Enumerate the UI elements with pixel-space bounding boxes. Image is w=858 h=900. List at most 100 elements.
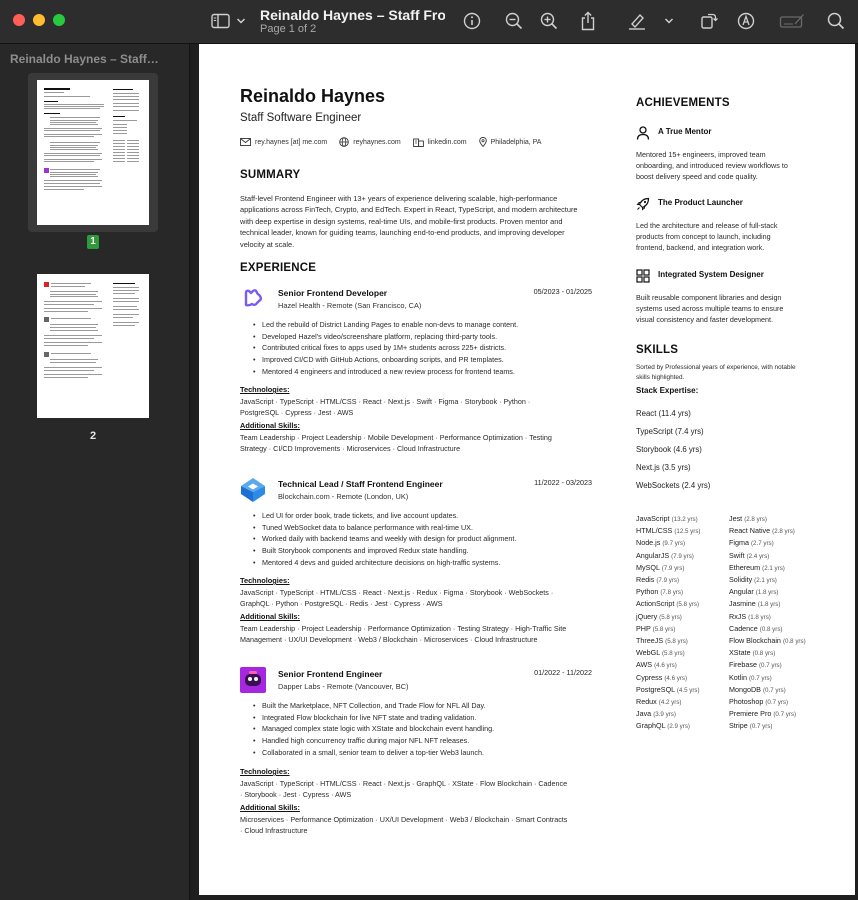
skill-years: (5.8 yrs): [665, 638, 688, 645]
technologies-heading: Technologies:: [240, 767, 290, 776]
technologies-heading: Technologies:: [240, 385, 290, 394]
skill-years: (2.8 yrs): [744, 516, 767, 523]
skill-name: WebGL: [636, 648, 662, 658]
page-thumbnail-2[interactable]: [37, 274, 149, 418]
technologies-list: JavaScript · TypeScript · HTML/CSS · Rea…: [240, 588, 554, 609]
pen-circle-icon: [737, 12, 755, 30]
document-title: Reinaldo Haynes – Staff Fron…: [260, 7, 445, 23]
skill-name: Cypress: [636, 672, 665, 682]
skill-name: Firebase: [729, 660, 759, 670]
skill-name: AngularJS: [636, 550, 672, 560]
skill-years: (0.8 yrs): [782, 638, 806, 645]
sidebar-toggle-button[interactable]: [207, 8, 235, 34]
skill-years: (0.7 yrs): [773, 711, 797, 719]
skill-item: GraphQL (2.9 yrs): [636, 721, 690, 730]
mail-icon: [240, 138, 251, 146]
job-dates: 11/2022 - 03/2023: [534, 478, 592, 487]
markup-button[interactable]: [623, 8, 651, 34]
skill-name: GraphQL: [636, 721, 668, 731]
job-title: Technical Lead / Staff Frontend Engineer: [278, 479, 443, 489]
achievement-title: The Product Launcher: [658, 198, 743, 207]
skill-name: Node.js: [636, 538, 663, 548]
page-indicator: Page 1 of 2: [260, 23, 317, 35]
form-fill-button[interactable]: [776, 8, 808, 34]
preview-window: Reinaldo Haynes – Staff Fron… Page 1 of …: [0, 0, 858, 900]
globe-icon: [339, 137, 349, 147]
info-button[interactable]: [458, 8, 486, 34]
markup-options-button[interactable]: [660, 8, 678, 34]
contact-email[interactable]: rey.haynes [at] me.com: [240, 138, 327, 146]
skill-item: Jest (2.8 yrs): [729, 514, 767, 523]
skill-name: Redux: [636, 697, 659, 706]
job-bullets: Built the Marketplace, NFT Collection, a…: [253, 700, 592, 759]
skill-item: Cypress (4.6 yrs): [636, 673, 687, 682]
job-company: Blockchain.com - Remote (London, UK): [278, 492, 409, 501]
skill-item: Photoshop (0.7 yrs): [729, 697, 788, 706]
chevron-down-icon: [236, 18, 246, 24]
skill-name: Angular: [729, 587, 756, 597]
share-button[interactable]: [574, 8, 602, 34]
stack-item: WebSockets (2.4 yrs): [636, 481, 711, 490]
minimize-window-button[interactable]: [33, 14, 45, 26]
skill-years: (0.7 yrs): [765, 699, 789, 706]
search-button[interactable]: [822, 8, 850, 34]
contact-location: Philadelphia, PA: [478, 137, 541, 147]
zoom-window-button[interactable]: [53, 14, 65, 26]
annotate-button[interactable]: [732, 8, 760, 34]
contact-website-text: reyhaynes.com: [353, 138, 401, 146]
hazel-health-logo: [244, 289, 262, 307]
sidebar-title: Reinaldo Haynes – Staff…: [10, 52, 159, 66]
skill-item: Angular (1.8 yrs): [729, 587, 778, 596]
skill-name: Redis: [636, 575, 657, 584]
skill-years: (0.7 yrs): [762, 686, 786, 694]
highlighter-icon: [629, 13, 645, 30]
achievement-description: Mentored 15+ engineers, improved team on…: [636, 150, 788, 182]
skill-name: ThreeJS: [636, 636, 666, 645]
skill-item: Flow Blockchain (0.8 yrs): [729, 636, 806, 645]
chevron-down-icon: [664, 18, 674, 24]
page-number-badge: 1: [87, 235, 99, 249]
job-company: Hazel Health - Remote (San Francisco, CA…: [278, 301, 422, 310]
skill-years: (2.8 yrs): [772, 528, 795, 536]
skill-item: Jasmine (1.8 yrs): [729, 599, 780, 608]
stack-expertise-heading: Stack Expertise:: [636, 386, 699, 395]
close-window-button[interactable]: [13, 14, 25, 26]
job-title: Senior Frontend Engineer: [278, 669, 383, 679]
skill-name: Jest: [729, 514, 745, 523]
contact-row: rey.haynes [at] me.com reyhaynes.com lin…: [240, 137, 541, 147]
additional-skills-heading: Additional Skills:: [240, 803, 300, 812]
page-thumbnail-1[interactable]: [37, 80, 149, 225]
skill-years: (0.7 yrs): [748, 674, 772, 682]
person-icon: [636, 126, 650, 140]
skill-item: Cadence (0.8 yrs): [729, 624, 782, 633]
additional-skills-list: Team Leadership · Project Leadership · P…: [240, 624, 567, 645]
additional-skills-list: Team Leadership · Project Leadership · M…: [240, 433, 552, 454]
skill-name: Jasmine: [729, 599, 758, 609]
stack-item: TypeScript (7.4 yrs): [636, 427, 704, 436]
skill-item: AngularJS (7.9 yrs): [636, 551, 694, 560]
job-entry-hazel: Senior Frontend Developer Hazel Health -…: [240, 286, 592, 456]
contact-linkedin[interactable]: linkedin.com: [412, 137, 467, 147]
sidebar-options-button[interactable]: [233, 8, 249, 34]
skill-item: JavaScript (13.2 yrs): [636, 514, 698, 523]
share-icon: [581, 11, 595, 31]
stack-item: Storybook (4.6 yrs): [636, 445, 702, 454]
skill-years: (2.4 yrs): [746, 552, 770, 560]
skill-name: Swift: [729, 550, 747, 560]
resume-name: Reinaldo Haynes: [240, 86, 386, 106]
skill-name: RxJS: [729, 611, 749, 621]
skill-item: ThreeJS (5.8 yrs): [636, 636, 688, 645]
skill-name: ActionScript: [636, 599, 677, 609]
zoom-in-button[interactable]: [535, 8, 563, 34]
rotate-button[interactable]: [695, 8, 723, 34]
skill-years: (2.7 yrs): [750, 540, 774, 548]
map-pin-icon: [478, 137, 487, 147]
zoom-out-button[interactable]: [500, 8, 528, 34]
contact-website[interactable]: reyhaynes.com: [339, 137, 401, 147]
skill-name: Flow Blockchain: [729, 636, 783, 645]
skill-name: XState: [729, 648, 753, 658]
skill-item: PostgreSQL (4.5 yrs): [636, 685, 700, 694]
skill-item: Redux (4.2 yrs): [636, 697, 681, 706]
skill-name: Figma: [729, 538, 751, 548]
skills-heading: SKILLS: [636, 344, 679, 356]
